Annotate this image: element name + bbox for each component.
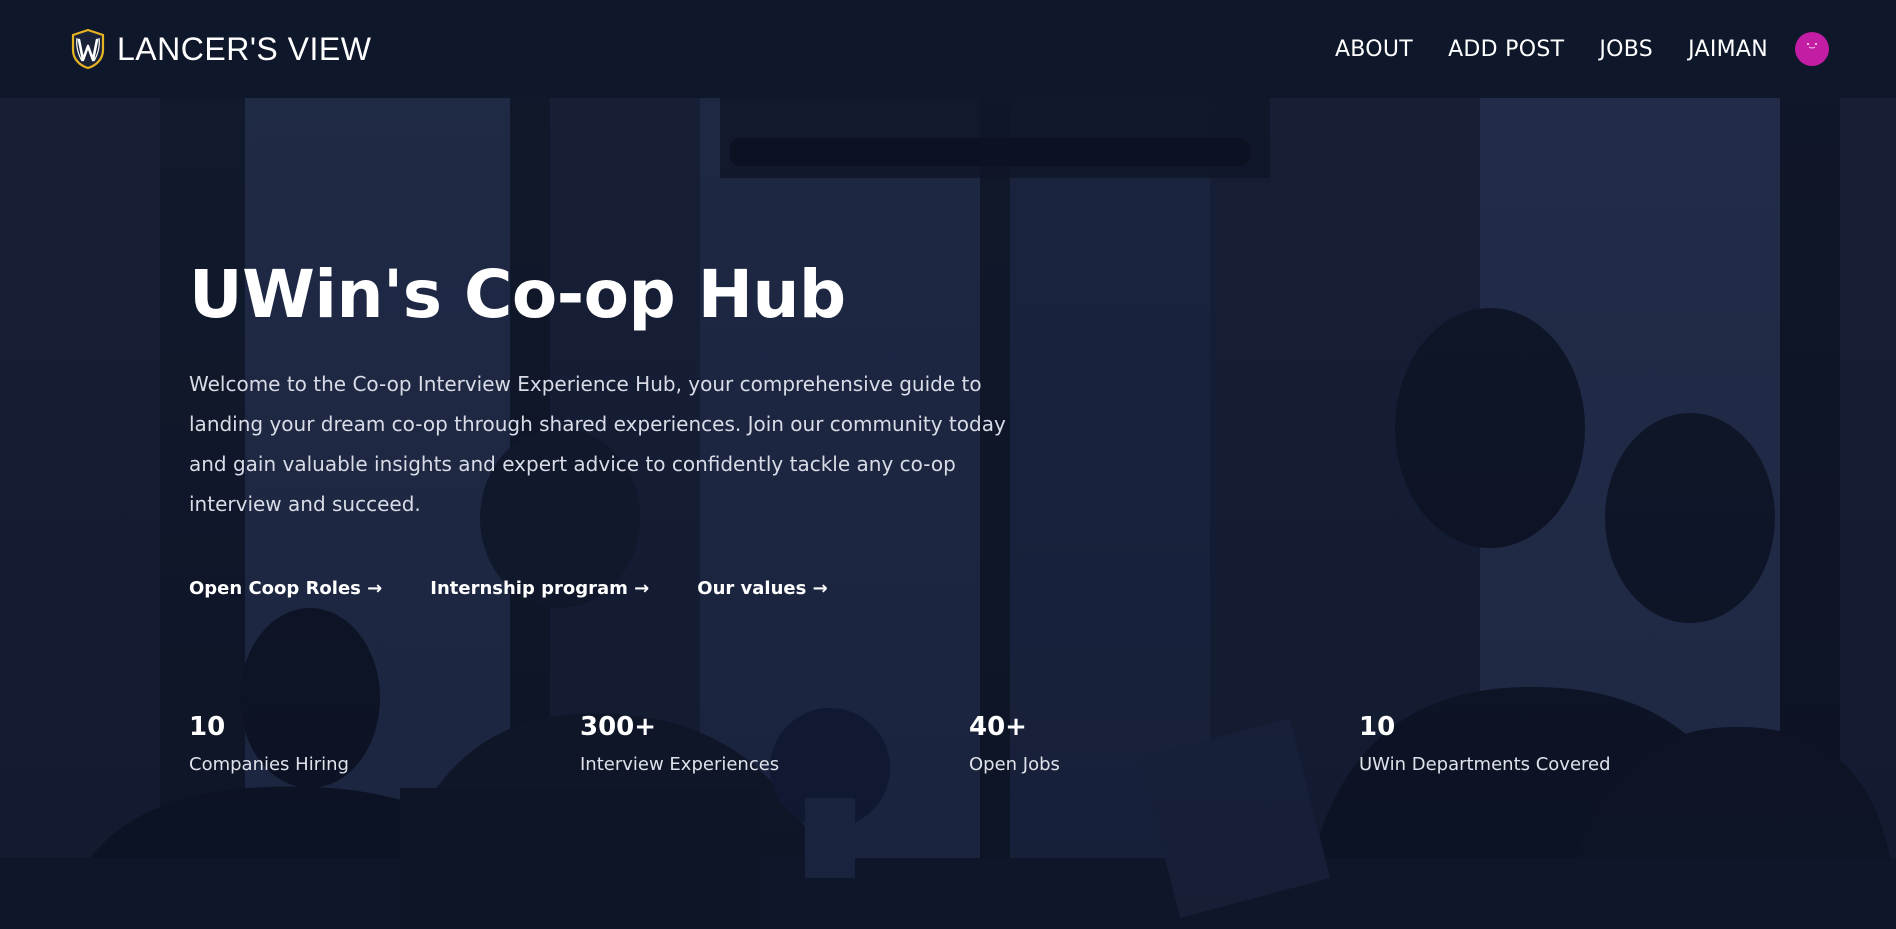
stat-value: 10: [189, 712, 226, 742]
nav-links: ABOUT ADD POST JOBS JAIMAN: [1335, 32, 1829, 66]
avatar[interactable]: [1795, 32, 1829, 66]
avatar-face-icon: [1806, 42, 1818, 49]
internship-program-link[interactable]: Internship program →: [430, 578, 649, 599]
stat-value: 10: [1359, 712, 1396, 742]
brand[interactable]: LANCER'S VIEW: [71, 28, 371, 70]
hero-links: Open Coop Roles → Internship program → O…: [189, 578, 828, 599]
stat-value: 40+: [969, 712, 1027, 742]
shield-w-icon: [71, 28, 105, 70]
open-coop-roles-link[interactable]: Open Coop Roles →: [189, 578, 382, 599]
nav-link-about[interactable]: ABOUT: [1335, 37, 1413, 62]
stat-label: Open Jobs: [969, 754, 1060, 775]
stat-interview-experiences: 300+ Interview Experiences: [580, 712, 779, 775]
stat-departments-covered: 10 UWin Departments Covered: [1359, 712, 1611, 775]
nav-link-add-post[interactable]: ADD POST: [1448, 37, 1564, 62]
nav-link-user[interactable]: JAIMAN: [1688, 37, 1768, 62]
stat-companies-hiring: 10 Companies Hiring: [189, 712, 349, 775]
hero-section: UWin's Co-op Hub Welcome to the Co-op In…: [0, 98, 1896, 929]
stat-label: UWin Departments Covered: [1359, 754, 1611, 775]
stat-label: Companies Hiring: [189, 754, 349, 775]
stat-label: Interview Experiences: [580, 754, 780, 775]
stat-value: 300+: [580, 712, 657, 742]
stat-open-jobs: 40+ Open Jobs: [969, 712, 1060, 775]
brand-name: LANCER'S VIEW: [117, 30, 372, 67]
our-values-link[interactable]: Our values →: [697, 578, 827, 599]
hero-description: Welcome to the Co-op Interview Experienc…: [189, 372, 1006, 516]
navbar: LANCER'S VIEW ABOUT ADD POST JOBS JAIMAN: [0, 0, 1896, 98]
nav-link-jobs[interactable]: JOBS: [1599, 37, 1653, 62]
hero-title: UWin's Co-op Hub: [189, 256, 846, 333]
